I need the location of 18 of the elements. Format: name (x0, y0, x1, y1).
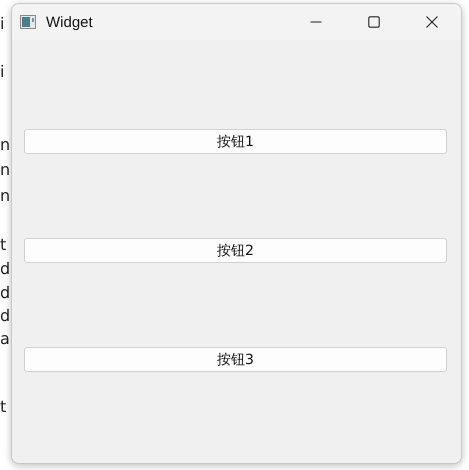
code-text: d (0, 283, 10, 303)
app-icon (20, 15, 36, 29)
code-text: i (0, 14, 4, 34)
code-text: d (0, 259, 10, 279)
code-text: n (0, 135, 10, 155)
code-text: t (0, 397, 6, 417)
code-text: n (0, 186, 10, 206)
code-text: i (0, 62, 4, 82)
window-title: Widget (46, 14, 93, 30)
push-button[interactable]: 按钮2 (24, 238, 447, 263)
code-text: a (0, 329, 10, 349)
push-button[interactable]: 按钮1 (24, 129, 447, 154)
close-icon (426, 16, 438, 28)
code-text: n (0, 160, 10, 180)
code-text: t (0, 235, 6, 255)
maximize-icon (368, 16, 380, 28)
code-text: d (0, 306, 10, 326)
push-button[interactable]: 按钮3 (24, 347, 447, 372)
